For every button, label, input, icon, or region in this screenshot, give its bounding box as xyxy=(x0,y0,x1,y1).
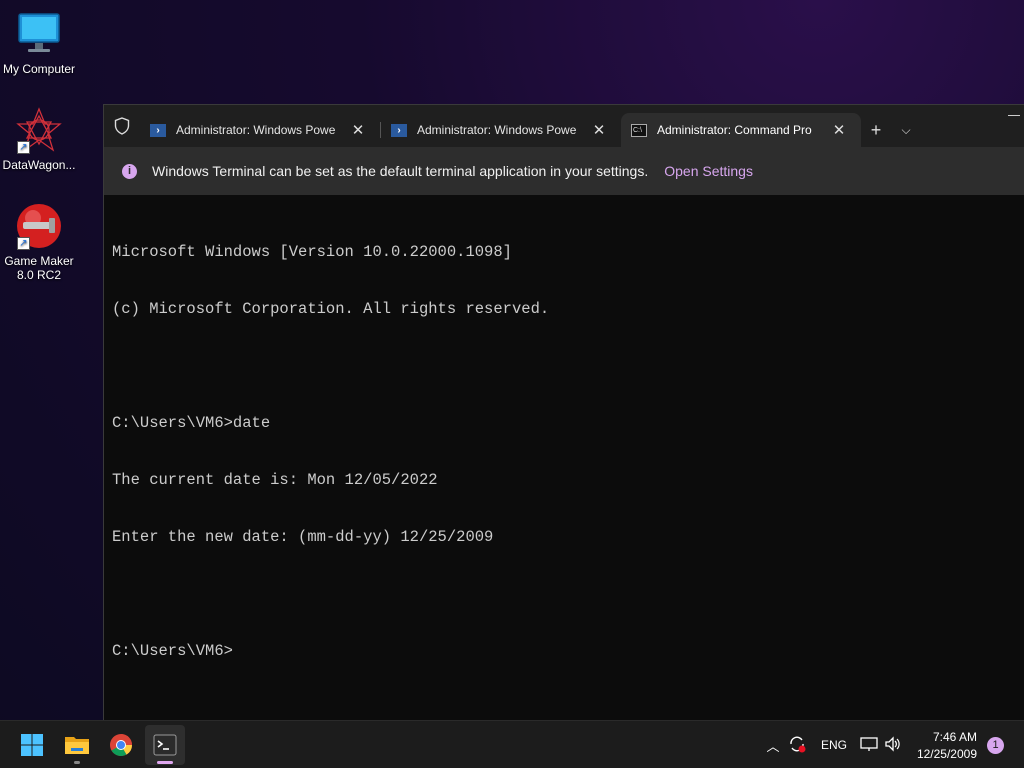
start-icon xyxy=(21,734,43,756)
tab-dropdown-button[interactable]: ⌵ xyxy=(891,113,921,147)
terminal-window: › Administrator: Windows Powe ✕ › Admini… xyxy=(103,104,1024,720)
close-icon[interactable]: ✕ xyxy=(587,121,611,139)
info-icon: i xyxy=(122,163,137,179)
new-tab-button[interactable]: + xyxy=(861,113,891,147)
running-indicator xyxy=(74,761,80,764)
show-hidden-icons-chevron-icon[interactable]: ︿ xyxy=(763,736,783,755)
console-line: Microsoft Windows [Version 10.0.22000.10… xyxy=(112,243,512,261)
shield-icon xyxy=(104,105,140,147)
shortcut-arrow-icon: ↗ xyxy=(17,141,30,154)
clock[interactable]: 7:46 AM 12/25/2009 xyxy=(917,729,977,763)
running-indicator xyxy=(157,761,173,764)
tab-bar: › Administrator: Windows Powe ✕ › Admini… xyxy=(104,105,1024,147)
tab-label: Administrator: Windows Powe xyxy=(176,123,336,137)
console-line: C:\Users\VM6>date xyxy=(112,414,271,432)
tab-powershell-2[interactable]: › Administrator: Windows Powe ✕ xyxy=(381,113,621,147)
desktop-icon-label: DataWagon... xyxy=(2,158,76,172)
start-button[interactable] xyxy=(12,725,52,765)
desktop-icon-datawagon[interactable]: ↗ DataWagon... xyxy=(0,106,78,172)
desktop-icon-game-maker[interactable]: ↗ Game Maker 8.0 RC2 xyxy=(0,202,78,282)
console-line: The current date is: Mon 12/05/2022 xyxy=(112,471,438,489)
tab-command-prompt[interactable]: C:\ Administrator: Command Pro ✕ xyxy=(621,113,861,147)
cmd-icon: C:\ xyxy=(631,123,647,137)
info-message: Windows Terminal can be set as the defau… xyxy=(152,163,649,179)
console-line: (c) Microsoft Corporation. All rights re… xyxy=(112,300,550,318)
tab-label: Administrator: Windows Powe xyxy=(417,123,577,137)
terminal-taskbar-button[interactable] xyxy=(145,725,185,765)
sync-status-icon[interactable] xyxy=(783,735,811,756)
volume-icon[interactable] xyxy=(881,735,905,755)
chrome-button[interactable] xyxy=(101,725,141,765)
clock-date: 12/25/2009 xyxy=(916,747,977,761)
shortcut-arrow-icon: ↗ xyxy=(17,237,30,250)
desktop-icon-my-computer[interactable]: My Computer xyxy=(0,10,78,76)
console-prompt-line: C:\Users\VM6> xyxy=(112,642,233,660)
minimize-button[interactable] xyxy=(1008,115,1020,116)
system-tray: ︿ ENG xyxy=(763,721,905,768)
game-maker-icon: ↗ xyxy=(15,202,63,250)
file-explorer-button[interactable] xyxy=(57,725,97,765)
file-explorer-icon xyxy=(65,737,89,754)
clock-time: 7:46 AM xyxy=(932,730,977,744)
chrome-icon xyxy=(110,734,132,756)
monitor-icon xyxy=(15,10,63,58)
desktop-icon-label: Game Maker 8.0 RC2 xyxy=(4,254,74,282)
console-output[interactable]: Microsoft Windows [Version 10.0.22000.10… xyxy=(104,195,1024,709)
close-icon[interactable]: ✕ xyxy=(346,121,370,139)
info-bar: i Windows Terminal can be set as the def… xyxy=(104,147,1024,195)
taskbar: ︿ ENG 7:46 AM 12/25/2009 1 xyxy=(0,720,1024,768)
terminal-icon xyxy=(153,734,177,756)
notification-badge[interactable]: 1 xyxy=(987,737,1004,754)
open-settings-link[interactable]: Open Settings xyxy=(664,163,753,179)
console-line: Enter the new date: (mm-dd-yy) 12/25/200… xyxy=(112,528,494,546)
datawagon-app-icon: ↗ xyxy=(15,106,63,154)
language-indicator[interactable]: ENG xyxy=(811,738,857,752)
network-icon[interactable] xyxy=(857,736,881,755)
tab-label: Administrator: Command Pro xyxy=(657,123,812,137)
tab-powershell-1[interactable]: › Administrator: Windows Powe ✕ xyxy=(140,113,380,147)
powershell-icon: › xyxy=(391,123,407,137)
close-icon[interactable]: ✕ xyxy=(827,121,851,139)
desktop-icon-label: My Computer xyxy=(2,62,76,76)
powershell-icon: › xyxy=(150,123,166,137)
